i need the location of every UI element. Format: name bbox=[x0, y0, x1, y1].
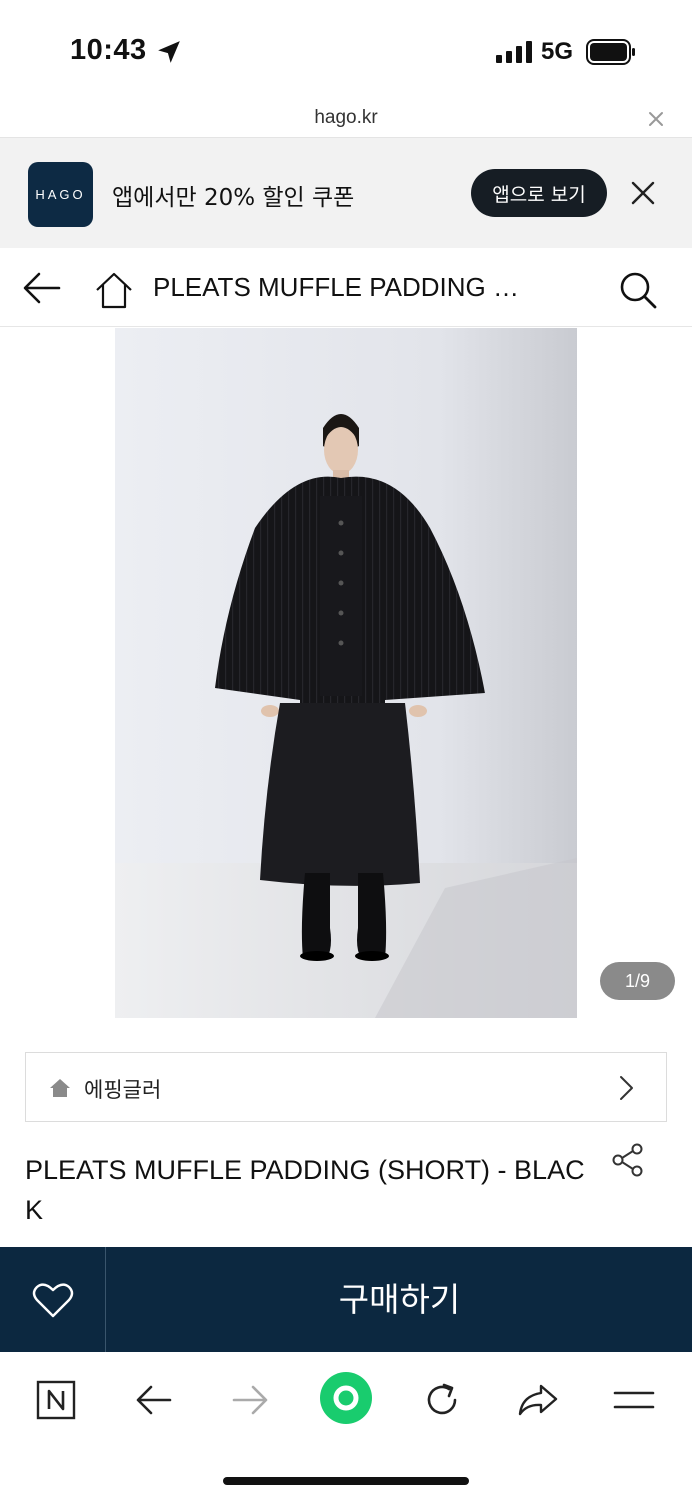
status-time: 10:43 bbox=[70, 34, 147, 66]
green-dot-button[interactable] bbox=[318, 1370, 374, 1426]
menu-icon bbox=[613, 1391, 655, 1409]
brand-name: 에핑글러 bbox=[84, 1078, 162, 1102]
url-text[interactable]: hago.kr bbox=[0, 107, 692, 129]
url-bar[interactable]: hago.kr bbox=[0, 100, 692, 138]
chevron-right-icon bbox=[620, 1076, 633, 1100]
status-bar: 10:43 5G bbox=[0, 0, 692, 100]
banner-close-icon[interactable] bbox=[628, 178, 658, 208]
signal-bars-icon bbox=[496, 41, 532, 63]
back-arrow-icon bbox=[136, 1385, 172, 1415]
location-arrow-icon bbox=[158, 41, 180, 63]
open-app-button[interactable]: 앱으로 보기 bbox=[471, 169, 607, 217]
product-image[interactable] bbox=[115, 328, 577, 1018]
browser-forward-button[interactable] bbox=[222, 1376, 278, 1424]
close-icon[interactable] bbox=[645, 108, 667, 130]
green-dot-icon bbox=[320, 1372, 372, 1424]
share-icon[interactable] bbox=[610, 1142, 646, 1178]
battery-icon bbox=[586, 39, 635, 65]
search-icon[interactable] bbox=[618, 270, 658, 310]
browser-back-button[interactable] bbox=[126, 1376, 182, 1424]
home-icon bbox=[50, 1079, 70, 1097]
back-arrow-icon[interactable] bbox=[22, 270, 62, 306]
page-title: PLEATS MUFFLE PADDING … bbox=[153, 272, 519, 302]
reload-button[interactable] bbox=[414, 1376, 470, 1424]
menu-button[interactable] bbox=[606, 1376, 662, 1424]
share-page-button[interactable] bbox=[510, 1376, 566, 1424]
share-arrow-icon bbox=[518, 1384, 558, 1416]
naver-home-button[interactable] bbox=[28, 1376, 84, 1424]
forward-arrow-icon bbox=[232, 1385, 268, 1415]
network-type: 5G bbox=[541, 38, 574, 65]
product-title: PLEATS MUFFLE PADDING (SHORT) - BLACK bbox=[25, 1155, 585, 1225]
wishlist-button[interactable] bbox=[0, 1247, 106, 1352]
product-nav-bar: PLEATS MUFFLE PADDING … bbox=[0, 248, 692, 327]
heart-icon bbox=[32, 1282, 73, 1317]
purchase-bar: 구매하기 bbox=[0, 1247, 692, 1352]
home-icon[interactable] bbox=[94, 270, 134, 310]
image-page-counter: 1/9 bbox=[600, 962, 675, 1000]
app-logo: HAGO bbox=[28, 162, 93, 227]
buy-button[interactable]: 구매하기 bbox=[107, 1247, 692, 1352]
brand-link[interactable]: 에핑글러 bbox=[25, 1052, 667, 1122]
app-promo-banner: HAGO 앱에서만 20% 할인 쿠폰 앱으로 보기 bbox=[0, 138, 692, 248]
naver-n-icon bbox=[36, 1380, 76, 1420]
home-indicator bbox=[223, 1477, 469, 1485]
reload-icon bbox=[427, 1383, 457, 1415]
banner-message: 앱에서만 20% 할인 쿠폰 bbox=[112, 185, 355, 211]
product-photo bbox=[115, 328, 577, 1018]
